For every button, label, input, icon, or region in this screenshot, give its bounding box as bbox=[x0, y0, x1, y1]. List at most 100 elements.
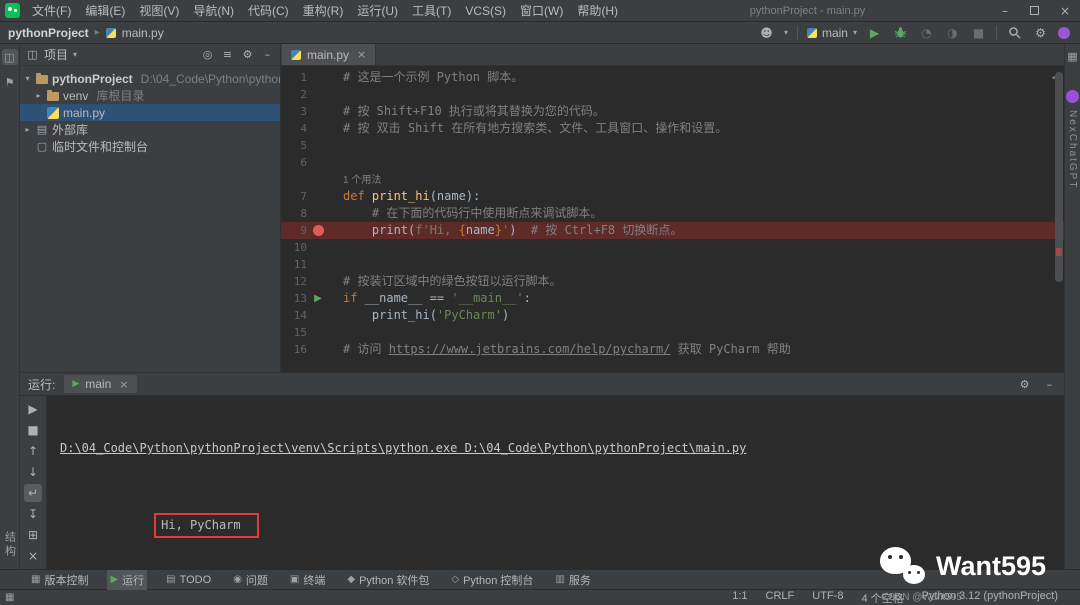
gutter-line-4[interactable]: 4 bbox=[281, 120, 335, 137]
code-line-9[interactable]: 9 print(f'Hi, {name}') # 按 Ctrl+F8 切换断点。 bbox=[281, 222, 1064, 239]
run-config-selector[interactable]: main ▾ bbox=[807, 26, 857, 40]
toolwindow-python-packages[interactable]: ◆ Python 软件包 bbox=[344, 570, 432, 590]
project-tool-icon[interactable]: ◫ bbox=[2, 49, 18, 65]
editor-tab-main-py[interactable]: main.py × bbox=[282, 44, 376, 65]
minimize-window-button[interactable]: – bbox=[990, 0, 1020, 21]
code-line-3[interactable]: 3# 按 Shift+F10 执行或将其替换为您的代码。 bbox=[281, 103, 1064, 120]
plugin-icon[interactable] bbox=[1058, 27, 1070, 39]
code-line-8[interactable]: 8 # 在下面的代码行中使用断点来调试脚本。 bbox=[281, 205, 1064, 222]
down-stack-trace-button[interactable]: ↓ bbox=[24, 463, 42, 481]
code-line-16[interactable]: 16# 访问 https://www.jetbrains.com/help/py… bbox=[281, 341, 1064, 358]
gutter-line-9[interactable]: 9 bbox=[281, 222, 335, 239]
tree-item-external-libraries[interactable]: ▸ ▤ 外部库 bbox=[20, 121, 280, 138]
gutter-line-1[interactable]: 1 bbox=[281, 69, 335, 86]
code-editor[interactable]: 1# 这是一个示例 Python 脚本。23# 按 Shift+F10 执行或将… bbox=[281, 66, 1064, 372]
soft-wrap-button[interactable]: ↵ bbox=[24, 484, 42, 502]
hide-run-panel-icon[interactable]: – bbox=[1043, 378, 1056, 391]
menu-vcs[interactable]: VCS(S) bbox=[458, 0, 513, 22]
gutter-line-6[interactable]: 6 bbox=[281, 154, 335, 171]
users-icon[interactable]: ☻ bbox=[758, 24, 775, 41]
rerun-button[interactable]: ▶ bbox=[24, 400, 42, 418]
gutter-line-16[interactable]: 16 bbox=[281, 341, 335, 358]
usages-inlay-hint[interactable]: 1 个用法 bbox=[343, 175, 381, 186]
stop-button[interactable]: ■ bbox=[970, 24, 987, 41]
error-stripe-mark[interactable] bbox=[1056, 248, 1062, 256]
layout-icon[interactable]: ▦ bbox=[1065, 48, 1080, 64]
gutter-line-14[interactable]: 14 bbox=[281, 307, 335, 324]
breadcrumb-project[interactable]: pythonProject bbox=[8, 26, 89, 40]
maximize-window-button[interactable] bbox=[1020, 0, 1050, 21]
toolwindow-python-console[interactable]: ◇ Python 控制台 bbox=[448, 570, 536, 590]
structure-stub[interactable]: 结构 bbox=[2, 531, 18, 559]
gutter-line-7[interactable]: 7 bbox=[281, 188, 335, 205]
toolwindow-run[interactable]: ▶ 运行 bbox=[107, 570, 147, 590]
run-gutter-icon[interactable]: ▶ bbox=[314, 290, 322, 307]
menu-window[interactable]: 窗口(W) bbox=[513, 0, 570, 22]
close-window-button[interactable]: × bbox=[1050, 0, 1080, 21]
gutter-line-2[interactable]: 2 bbox=[281, 86, 335, 103]
gutter-line-5[interactable]: 5 bbox=[281, 137, 335, 154]
profiler-button[interactable]: ◑ bbox=[944, 24, 961, 41]
up-stack-trace-button[interactable]: ↑ bbox=[24, 442, 42, 460]
breadcrumb-file[interactable]: main.py bbox=[122, 26, 164, 40]
run-button[interactable]: ▶ bbox=[866, 24, 883, 41]
caret-position[interactable]: 1:1 bbox=[732, 590, 747, 605]
gutter-line-15[interactable]: 15 bbox=[281, 324, 335, 341]
gutter-line-8[interactable]: 8 bbox=[281, 205, 335, 222]
menu-file[interactable]: 文件(F) bbox=[25, 0, 78, 22]
code-line-1[interactable]: 1# 这是一个示例 Python 脚本。 bbox=[281, 69, 1064, 86]
gutter-line-10[interactable]: 10 bbox=[281, 239, 335, 256]
menu-navigate[interactable]: 导航(N) bbox=[186, 0, 241, 22]
gutter-line-12[interactable]: 12 bbox=[281, 273, 335, 290]
code-line-11[interactable]: 11 bbox=[281, 256, 1064, 273]
clear-console-button[interactable]: × bbox=[24, 547, 42, 565]
gutter-line-3[interactable]: 3 bbox=[281, 103, 335, 120]
toolwindow-terminal[interactable]: ▣ 终端 bbox=[287, 570, 328, 590]
tree-item-venv[interactable]: ▸ venv 库根目录 bbox=[20, 87, 280, 104]
stop-process-button[interactable]: ■ bbox=[24, 421, 42, 439]
code-line-5[interactable]: 5 bbox=[281, 137, 1064, 154]
code-line-14[interactable]: 14 print_hi('PyCharm') bbox=[281, 307, 1064, 324]
console-command-line[interactable]: D:\04_Code\Python\pythonProject\venv\Scr… bbox=[60, 439, 1064, 457]
toolwindow-problems[interactable]: ◉ 问题 bbox=[230, 570, 271, 590]
code-line-12[interactable]: 12# 按装订区域中的绿色按钮以运行脚本。 bbox=[281, 273, 1064, 290]
collapse-all-icon[interactable]: ≡ bbox=[221, 48, 234, 61]
tree-item-scratches[interactable]: ▢ 临时文件和控制台 bbox=[20, 138, 280, 155]
tree-item-main-py[interactable]: main.py bbox=[20, 104, 280, 121]
file-encoding[interactable]: UTF-8 bbox=[812, 590, 843, 605]
menu-help[interactable]: 帮助(H) bbox=[570, 0, 625, 22]
coverage-button[interactable]: ◔ bbox=[918, 24, 935, 41]
hide-panel-icon[interactable]: – bbox=[261, 48, 274, 61]
toolwindow-services[interactable]: ▥ 服务 bbox=[552, 570, 593, 590]
menu-view[interactable]: 视图(V) bbox=[132, 0, 186, 22]
menu-tools[interactable]: 工具(T) bbox=[405, 0, 458, 22]
code-line-10[interactable]: 10 bbox=[281, 239, 1064, 256]
menu-code[interactable]: 代码(C) bbox=[241, 0, 296, 22]
search-everywhere-icon[interactable] bbox=[1006, 24, 1023, 41]
menu-refactor[interactable]: 重构(R) bbox=[296, 0, 351, 22]
collapse-arrow-icon[interactable]: ▾ bbox=[23, 74, 32, 83]
breakpoint-icon[interactable] bbox=[313, 225, 324, 236]
code-line-7[interactable]: 7def print_hi(name): bbox=[281, 188, 1064, 205]
run-tab-main[interactable]: ▶ main × bbox=[64, 375, 136, 393]
tool-window-quick-access-icon[interactable]: ▦ bbox=[5, 592, 14, 603]
code-line-4[interactable]: 4# 按 双击 Shift 在所有地方搜索类、文件、工具窗口、操作和设置。 bbox=[281, 120, 1064, 137]
run-settings-gear-icon[interactable]: ⚙ bbox=[1018, 378, 1031, 391]
project-panel-caret-icon[interactable]: ▾ bbox=[73, 50, 77, 59]
code-line-13[interactable]: 13▶if __name__ == '__main__': bbox=[281, 290, 1064, 307]
settings-gear-icon[interactable]: ⚙ bbox=[1032, 24, 1049, 41]
menu-edit[interactable]: 编辑(E) bbox=[78, 0, 132, 22]
users-caret-icon[interactable]: ▾ bbox=[784, 28, 788, 37]
bookmarks-icon[interactable]: ⚑ bbox=[2, 74, 18, 90]
scroll-to-end-button[interactable]: ↧ bbox=[24, 505, 42, 523]
tree-item-pythonproject[interactable]: ▾ pythonProject D:\04_Code\Python\python… bbox=[20, 70, 280, 87]
menu-run[interactable]: 运行(U) bbox=[350, 0, 405, 22]
close-tab-icon[interactable]: × bbox=[357, 48, 366, 61]
expand-arrow-icon[interactable]: ▸ bbox=[34, 91, 43, 100]
print-button[interactable]: ⊞ bbox=[24, 526, 42, 544]
panel-settings-icon[interactable]: ⚙ bbox=[241, 48, 254, 61]
debug-button[interactable] bbox=[892, 24, 909, 41]
toolwindow-todo[interactable]: ▤ TODO bbox=[163, 570, 214, 590]
gutter-line-11[interactable]: 11 bbox=[281, 256, 335, 273]
gutter-line-13[interactable]: 13▶ bbox=[281, 290, 335, 307]
